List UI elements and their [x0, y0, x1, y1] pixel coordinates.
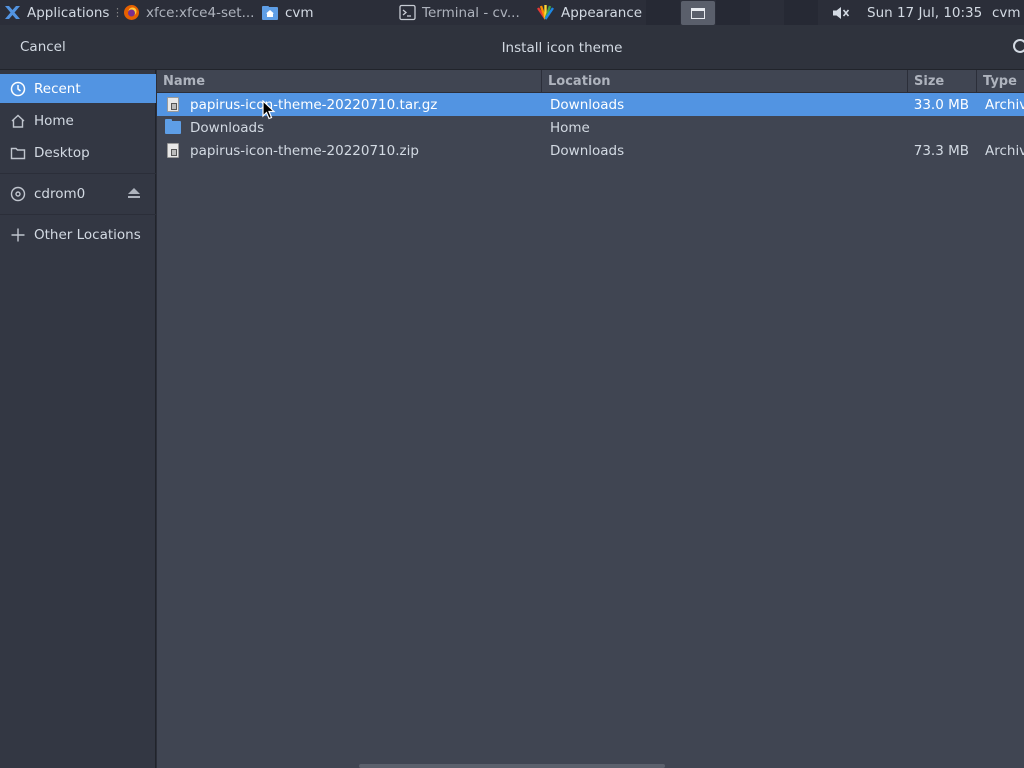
- cancel-button[interactable]: Cancel: [8, 33, 78, 61]
- panel-spacer: [646, 0, 680, 25]
- column-header-type[interactable]: Type: [977, 70, 1024, 93]
- task-label: Appearance: [561, 4, 643, 21]
- clock[interactable]: Sun 17 Jul, 10:35: [867, 0, 982, 25]
- sidebar-item-label: Recent: [34, 80, 81, 97]
- name-cell: Downloads: [165, 116, 540, 139]
- show-desktop-button[interactable]: [681, 1, 715, 25]
- home-folder-icon: [262, 6, 278, 20]
- folder-icon: [165, 119, 181, 134]
- eject-icon[interactable]: [127, 186, 141, 200]
- home-icon: [10, 113, 26, 129]
- appearance-icon: [537, 5, 554, 20]
- disc-icon: [10, 186, 26, 202]
- user-label: cvm: [992, 4, 1021, 21]
- sidebar-separator: [0, 214, 156, 215]
- task-label: xfce:xfce4-set...: [146, 4, 255, 21]
- task-cvm[interactable]: cvm: [261, 0, 314, 25]
- top-panel: Applications ⋮ xfce:xfce4-set... cvm Ter…: [0, 0, 1024, 25]
- size-cell: 33.0 MB: [913, 96, 969, 113]
- sidebar-item-home[interactable]: Home: [0, 106, 156, 135]
- sidebar-item-label: cdrom0: [34, 185, 86, 202]
- archive-icon: [167, 97, 179, 112]
- desktop-folder-icon: [10, 145, 26, 161]
- terminal-icon: [399, 4, 416, 21]
- sidebar-item-label: Home: [34, 112, 74, 129]
- dialog-headerbar: Cancel Install icon theme: [0, 25, 1024, 70]
- window-icon: [691, 7, 705, 19]
- location-cell: Home: [550, 119, 590, 136]
- panel-separator-handle: ⋮: [112, 6, 123, 19]
- location-cell: Downloads: [550, 96, 625, 113]
- name-cell: papirus-icon-theme-20220710.zip: [165, 139, 540, 162]
- sidebar-separator: [0, 173, 156, 174]
- column-header-name[interactable]: Name: [157, 70, 542, 93]
- type-cell: Archive: [985, 96, 1024, 113]
- file-row[interactable]: papirus-icon-theme-20220710.tar.gz Downl…: [157, 93, 1024, 116]
- plus-icon: [10, 227, 26, 243]
- task-label: cvm: [285, 4, 314, 21]
- sidebar-item-desktop[interactable]: Desktop: [0, 138, 156, 167]
- user-menu[interactable]: cvm: [992, 0, 1021, 25]
- applications-label: Applications: [27, 4, 110, 21]
- dialog-title: Install icon theme: [501, 39, 623, 56]
- xfce-logo-icon: [5, 6, 20, 19]
- applications-menu[interactable]: Applications: [4, 0, 109, 25]
- task-label: Terminal - cv...: [422, 4, 520, 21]
- file-row[interactable]: papirus-icon-theme-20220710.zip Download…: [157, 139, 1024, 162]
- panel-spacer: [784, 0, 818, 25]
- column-header-size[interactable]: Size: [908, 70, 977, 93]
- panel-spacer: [716, 0, 750, 25]
- column-header-location[interactable]: Location: [542, 70, 908, 93]
- sidebar-item-label: Other Locations: [34, 226, 141, 243]
- size-cell: [908, 116, 969, 139]
- file-list: Name Location Size Type papirus-icon-the…: [157, 70, 1024, 768]
- sidebar-item-label: Desktop: [34, 144, 90, 161]
- volume-button[interactable]: [832, 0, 850, 25]
- file-name: Downloads: [190, 119, 265, 136]
- places-sidebar: Recent Home Desktop cdrom0 Other Locatio…: [0, 70, 156, 768]
- sidebar-item-cdrom0[interactable]: cdrom0: [0, 179, 156, 208]
- location-cell: Downloads: [550, 142, 625, 159]
- volume-muted-icon: [833, 6, 850, 19]
- horizontal-scrollbar[interactable]: [359, 764, 665, 768]
- file-name: papirus-icon-theme-20220710.zip: [190, 142, 419, 159]
- sidebar-item-recent[interactable]: Recent: [0, 74, 156, 103]
- type-cell: Archive: [985, 142, 1024, 159]
- firefox-icon: [124, 5, 139, 20]
- column-header-row: Name Location Size Type: [157, 70, 1024, 93]
- search-icon[interactable]: [1013, 39, 1024, 53]
- clock-label: Sun 17 Jul, 10:35: [867, 4, 983, 21]
- archive-icon: [167, 143, 179, 158]
- task-xfce-settings[interactable]: xfce:xfce4-set...: [123, 0, 254, 25]
- task-appearance[interactable]: Appearance: [536, 0, 642, 25]
- size-cell: 73.3 MB: [913, 142, 969, 159]
- recent-clock-icon: [10, 81, 26, 97]
- task-terminal[interactable]: Terminal - cv...: [399, 0, 520, 25]
- mouse-pointer-icon: [262, 100, 276, 120]
- type-cell: [985, 116, 1024, 139]
- file-name: papirus-icon-theme-20220710.tar.gz: [190, 96, 438, 113]
- file-row[interactable]: Downloads Home: [157, 116, 1024, 139]
- name-cell: papirus-icon-theme-20220710.tar.gz: [165, 93, 540, 116]
- sidebar-item-other-locations[interactable]: Other Locations: [0, 220, 156, 249]
